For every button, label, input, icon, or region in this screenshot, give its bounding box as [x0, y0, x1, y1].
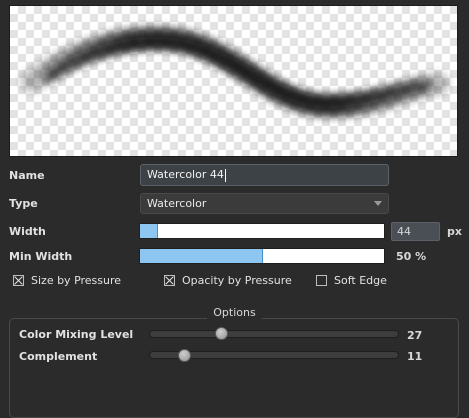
brush-preview [9, 5, 458, 157]
color-mixing-level-track[interactable] [149, 330, 399, 338]
width-label: Width [9, 225, 46, 238]
options-title: Options [207, 306, 262, 319]
color-mixing-level-label: Color Mixing Level [19, 328, 134, 341]
color-mixing-level-value: 27 [407, 329, 423, 342]
opacity-by-pressure-label: Opacity by Pressure [182, 274, 292, 287]
type-select-value: Watercolor [147, 197, 207, 210]
width-slider-fill [140, 224, 159, 238]
min-width-slider[interactable] [139, 248, 385, 264]
text-caret [224, 168, 226, 182]
type-select[interactable]: Watercolor [140, 193, 389, 214]
width-value-input[interactable]: 44 [391, 222, 440, 241]
color-mixing-level-handle[interactable] [215, 327, 228, 340]
complement-value: 11 [407, 350, 423, 363]
name-input[interactable]: Watercolor 44 [140, 164, 389, 186]
width-unit: px [447, 225, 462, 238]
complement-handle[interactable] [178, 349, 191, 362]
name-label: Name [9, 169, 45, 182]
options-group-title: Options [0, 306, 469, 319]
complement-label: Complement [19, 350, 98, 363]
size-by-pressure-label: Size by Pressure [31, 274, 122, 287]
min-width-value: 50 % [396, 250, 427, 263]
checkbox-icon [13, 275, 24, 286]
checkbox-icon [164, 275, 175, 286]
size-by-pressure-checkbox[interactable]: Size by Pressure [13, 274, 121, 287]
soft-edge-label: Soft Edge [334, 274, 387, 287]
soft-edge-checkbox[interactable]: Soft Edge [316, 274, 387, 287]
chevron-down-icon [374, 201, 382, 206]
checkbox-icon [316, 275, 327, 286]
min-width-label: Min Width [9, 250, 73, 263]
opacity-by-pressure-checkbox[interactable]: Opacity by Pressure [164, 274, 292, 287]
name-value: Watercolor 44 [147, 168, 224, 181]
width-slider[interactable] [139, 223, 385, 239]
min-width-slider-fill [140, 249, 263, 263]
type-label: Type [9, 197, 38, 210]
brush-stroke-preview [21, 27, 449, 118]
